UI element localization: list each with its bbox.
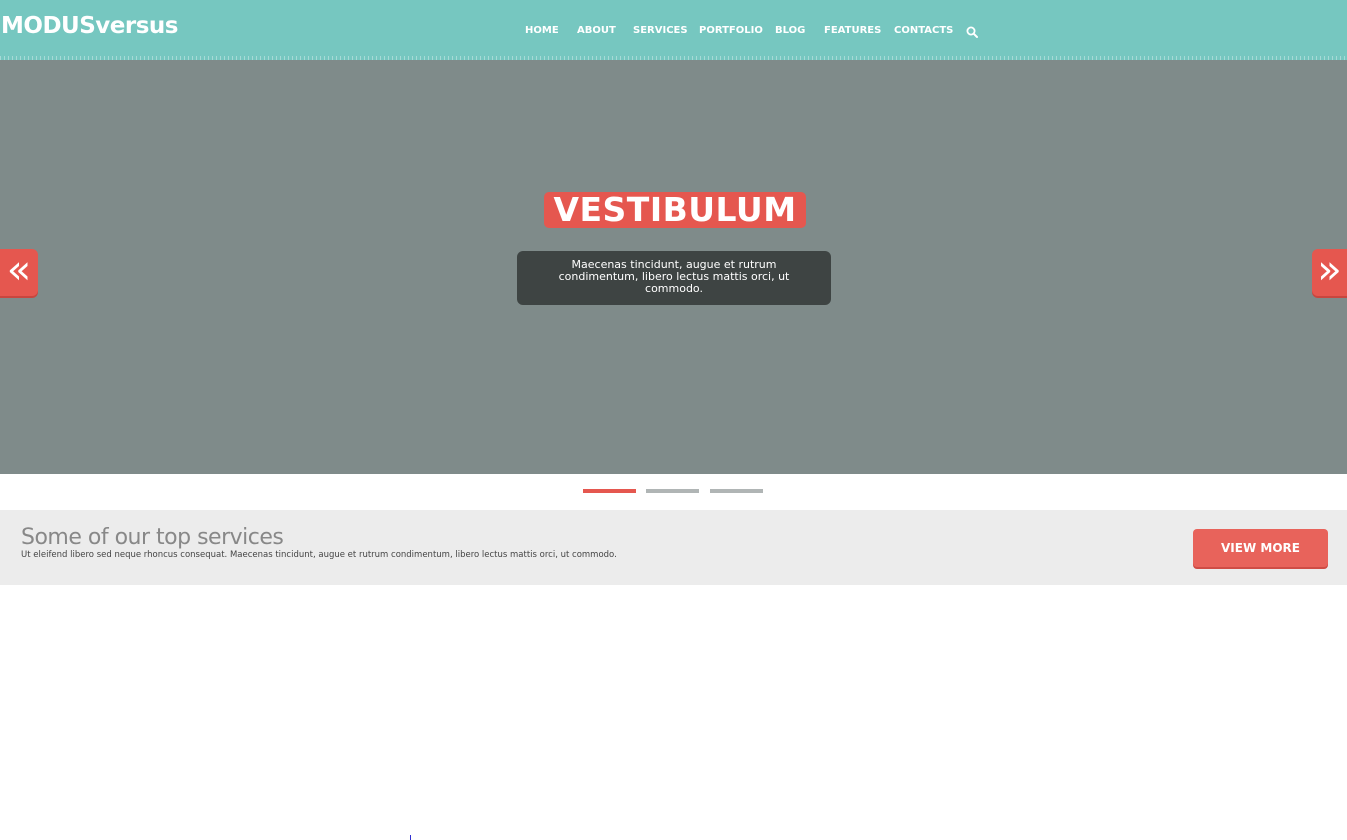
slide-caption: Maecenas tincidunt, augue et rutrum cond… [517, 251, 831, 305]
nav-item-features[interactable]: FEATURES [824, 25, 881, 36]
view-more-button[interactable]: VIEW MORE [1193, 529, 1328, 567]
text-cursor-mark [410, 835, 411, 840]
slider-next-button[interactable]: » [1312, 249, 1347, 296]
slide-title: VESTIBULUM [544, 192, 806, 228]
nav-item-contacts[interactable]: CONTACTS [894, 25, 953, 36]
double-chevron-right-icon: » [1317, 247, 1342, 293]
services-banner: Some of our top services Ut eleifend lib… [0, 510, 1347, 585]
nav-item-blog[interactable]: BLOG [775, 25, 805, 36]
nav-item-about[interactable]: ABOUT [577, 25, 616, 36]
nav-item-portfolio[interactable]: PORTFOLIO [699, 25, 763, 36]
hero-slider: VESTIBULUM Maecenas tincidunt, augue et … [0, 60, 1347, 474]
services-title: Some of our top services [21, 525, 284, 550]
slider-dot-3[interactable] [710, 489, 763, 493]
services-description: Ut eleifend libero sed neque rhoncus con… [21, 550, 617, 560]
search-icon[interactable] [966, 26, 978, 38]
nav-item-home[interactable]: HOME [525, 25, 559, 36]
nav-item-services[interactable]: SERVICES [633, 25, 688, 36]
main-nav: HOME ABOUT SERVICES PORTFOLIO BLOG FEATU… [0, 0, 1347, 60]
slider-prev-button[interactable]: « [0, 249, 38, 296]
slider-dot-2[interactable] [646, 489, 699, 493]
site-header: MODUSversus HOME ABOUT SERVICES PORTFOLI… [0, 0, 1347, 60]
double-chevron-left-icon: « [6, 247, 32, 293]
slider-dot-1[interactable] [583, 489, 636, 493]
